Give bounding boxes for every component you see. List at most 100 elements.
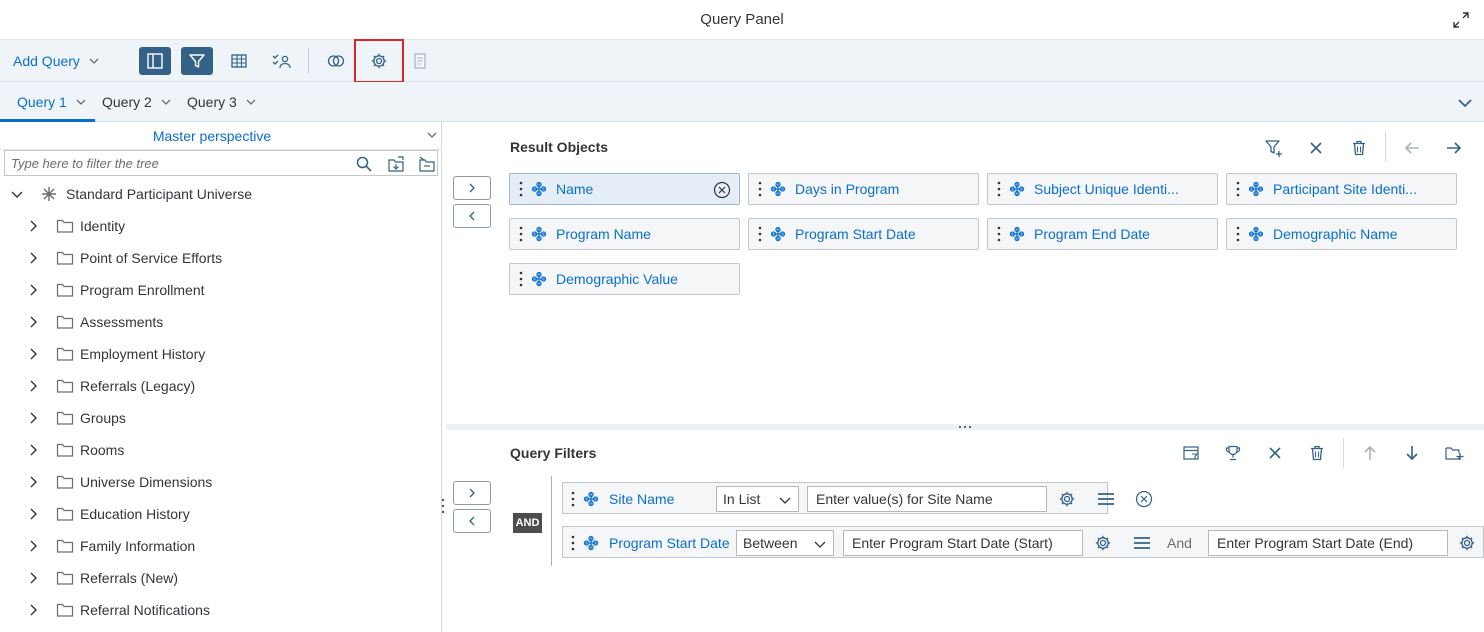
result-object-chip[interactable]: Demographic Name [1226, 218, 1457, 250]
remove-button[interactable] [1304, 136, 1328, 160]
tree-filter-input[interactable] [11, 154, 341, 172]
filter-settings-button[interactable] [1093, 533, 1113, 553]
drag-handle-icon[interactable] [997, 225, 1001, 243]
drag-handle-icon[interactable] [758, 225, 762, 243]
data-preview-button[interactable] [223, 47, 255, 75]
filter-settings-button[interactable] [1057, 489, 1077, 509]
tree-folder[interactable]: Family Information [26, 530, 195, 562]
chevron-right-icon[interactable] [26, 603, 40, 617]
result-object-chip[interactable]: Program Name [509, 218, 740, 250]
drag-handle-icon[interactable] [997, 180, 1001, 198]
chevron-right-icon[interactable] [26, 571, 40, 585]
add-to-filters-button[interactable] [453, 481, 491, 505]
move-down-button[interactable] [1400, 441, 1424, 465]
tree-folder[interactable]: Referrals (New) [26, 562, 178, 594]
tree-folder[interactable]: Employment History [26, 338, 205, 370]
remove-circle-icon[interactable] [713, 181, 731, 199]
tree-root[interactable]: Standard Participant Universe [10, 178, 252, 210]
remove-all-filters-button[interactable] [1305, 441, 1329, 465]
filter-row[interactable]: Program Start Date Between Enter Program… [562, 526, 1484, 558]
tree-folder[interactable]: Identity [26, 210, 125, 242]
tree-folder[interactable]: Rooms [26, 434, 124, 466]
chevron-right-icon[interactable] [26, 475, 40, 489]
operator-select[interactable]: Between [736, 530, 834, 556]
filter-start-value-input[interactable]: Enter Program Start Date (Start) [843, 530, 1083, 556]
predefined-filter-button[interactable] [1179, 441, 1203, 465]
tree-folder[interactable]: Groups [26, 402, 126, 434]
script-button[interactable] [404, 47, 436, 75]
move-left-button[interactable] [1400, 136, 1424, 160]
filter-end-settings-button[interactable] [1457, 533, 1477, 553]
folder-icon [56, 571, 74, 585]
tree-folder[interactable]: Universe Dimensions [26, 466, 212, 498]
tab-query-2[interactable]: Query 2 [102, 94, 172, 110]
chevron-right-icon[interactable] [26, 539, 40, 553]
drag-handle-icon[interactable] [571, 534, 575, 552]
chevron-down-icon[interactable] [10, 187, 24, 201]
result-object-chip[interactable]: Program End Date [987, 218, 1218, 250]
tab-query-3[interactable]: Query 3 [187, 94, 257, 110]
tree-folder[interactable]: Referral Notifications [26, 594, 210, 626]
result-object-chip[interactable]: Demographic Value [509, 263, 740, 295]
remove-filter-row-button[interactable] [1134, 489, 1154, 509]
tree-folder[interactable]: Program Enrollment [26, 274, 205, 306]
document-icon [414, 53, 426, 69]
tab-query-1[interactable]: Query 1 [17, 94, 87, 110]
ranking-button[interactable] [1221, 441, 1245, 465]
query-properties-button[interactable] [265, 47, 297, 75]
separator [1343, 438, 1344, 468]
collapse-chevron-icon[interactable] [1456, 94, 1474, 112]
chevron-right-icon[interactable] [26, 347, 40, 361]
move-right-button[interactable] [1442, 136, 1466, 160]
result-object-chip[interactable]: Name [509, 173, 740, 205]
remove-from-filters-button[interactable] [453, 509, 491, 533]
result-object-chip[interactable]: Subject Unique Identi... [987, 173, 1218, 205]
and-operator-toggle[interactable]: AND [513, 513, 542, 533]
chevron-right-icon[interactable] [26, 283, 40, 297]
drag-handle-icon[interactable] [571, 490, 575, 508]
result-object-chip[interactable]: Days in Program [748, 173, 979, 205]
chevron-right-icon[interactable] [26, 251, 40, 265]
drag-handle-icon[interactable] [519, 225, 523, 243]
result-object-chip[interactable]: Participant Site Identi... [1226, 173, 1457, 205]
result-object-chip[interactable]: Program Start Date [748, 218, 979, 250]
chevron-right-icon[interactable] [26, 315, 40, 329]
expand-tree-icon[interactable] [387, 155, 405, 173]
add-filter-button[interactable] [1262, 136, 1286, 160]
tree-folder[interactable]: Point of Service Efforts [26, 242, 222, 274]
chevron-right-icon[interactable] [26, 507, 40, 521]
chevron-right-icon[interactable] [26, 411, 40, 425]
chevron-right-icon[interactable] [26, 219, 40, 233]
toggle-panel-button[interactable] [139, 47, 171, 75]
collapse-tree-icon[interactable] [418, 155, 436, 173]
fullscreen-icon[interactable] [1452, 11, 1470, 29]
chevron-right-icon[interactable] [26, 443, 40, 457]
drag-handle-icon[interactable] [1236, 225, 1240, 243]
remove-all-button[interactable] [1347, 136, 1371, 160]
combined-query-button[interactable] [320, 47, 352, 75]
chevron-right-icon[interactable] [26, 379, 40, 393]
drag-handle-icon[interactable] [519, 270, 523, 288]
drag-handle-icon[interactable] [758, 180, 762, 198]
value-list-button[interactable] [1132, 533, 1152, 553]
add-query-button[interactable]: Add Query [13, 53, 100, 69]
filter-row[interactable]: Site Name In List Enter value(s) for Sit… [562, 482, 1153, 514]
tree-folder[interactable]: Education History [26, 498, 190, 530]
add-to-results-button[interactable] [453, 176, 491, 200]
operator-select[interactable]: In List [716, 486, 799, 512]
tree-folder[interactable]: Assessments [26, 306, 163, 338]
search-icon[interactable] [355, 155, 373, 173]
perspective-select[interactable]: Master perspective [0, 122, 442, 150]
tree-folder[interactable]: Referrals (Legacy) [26, 370, 195, 402]
drag-handle-icon[interactable] [1236, 180, 1240, 198]
filter-button[interactable] [181, 47, 213, 75]
move-up-button[interactable] [1358, 441, 1382, 465]
remove-from-results-button[interactable] [453, 204, 491, 228]
add-nested-filter-button[interactable] [1442, 441, 1466, 465]
filter-end-value-input[interactable]: Enter Program Start Date (End) [1208, 530, 1448, 556]
drag-handle-icon[interactable] [519, 180, 523, 198]
remove-filter-button[interactable] [1263, 441, 1287, 465]
value-list-button[interactable] [1096, 489, 1116, 509]
settings-button[interactable] [354, 39, 404, 83]
filter-value-input[interactable]: Enter value(s) for Site Name [807, 486, 1047, 512]
